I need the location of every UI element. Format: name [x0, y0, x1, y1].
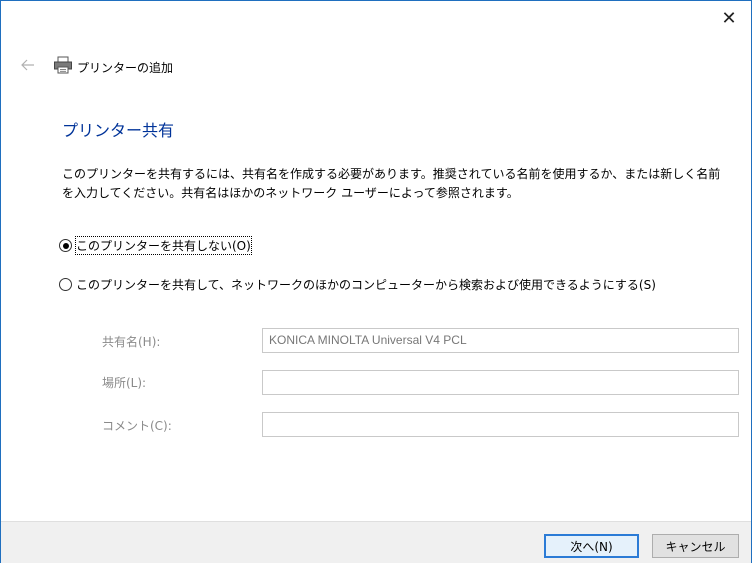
location-label: 場所(L): [102, 376, 147, 390]
back-arrow-icon [21, 59, 34, 71]
next-button[interactable]: 次へ(N) [544, 534, 639, 558]
window-title: プリンターの追加 [77, 61, 174, 75]
share-name-label: 共有名(H): [102, 335, 161, 349]
no-share-radio[interactable] [59, 239, 72, 252]
no-share-option[interactable]: このプリンターを共有しない(O) [59, 236, 252, 255]
comment-field[interactable] [262, 412, 739, 437]
page-title: プリンター共有 [62, 121, 175, 140]
add-printer-dialog: ✕ プリンターの追加 プリンター共有 このプリンターを共有するには、共有名を作成… [0, 0, 752, 563]
share-name-field[interactable]: KONICA MINOLTA Universal V4 PCL [262, 328, 739, 353]
cancel-button[interactable]: キャンセル [652, 534, 739, 558]
description-text: このプリンターを共有するには、共有名を作成する必要があります。推奨されている名前… [62, 167, 721, 200]
comment-label: コメント(C): [102, 419, 172, 433]
close-icon[interactable]: ✕ [721, 8, 736, 29]
back-button[interactable] [17, 51, 39, 79]
share-radio[interactable] [59, 278, 72, 291]
no-share-label[interactable]: このプリンターを共有しない(O) [75, 236, 252, 255]
location-field[interactable] [262, 370, 739, 395]
share-option[interactable]: このプリンターを共有して、ネットワークのほかのコンピューターから検索および使用で… [59, 276, 656, 293]
printer-icon [54, 56, 72, 74]
share-label[interactable]: このプリンターを共有して、ネットワークのほかのコンピューターから検索および使用で… [76, 276, 656, 293]
close-button[interactable]: ✕ [707, 1, 751, 35]
